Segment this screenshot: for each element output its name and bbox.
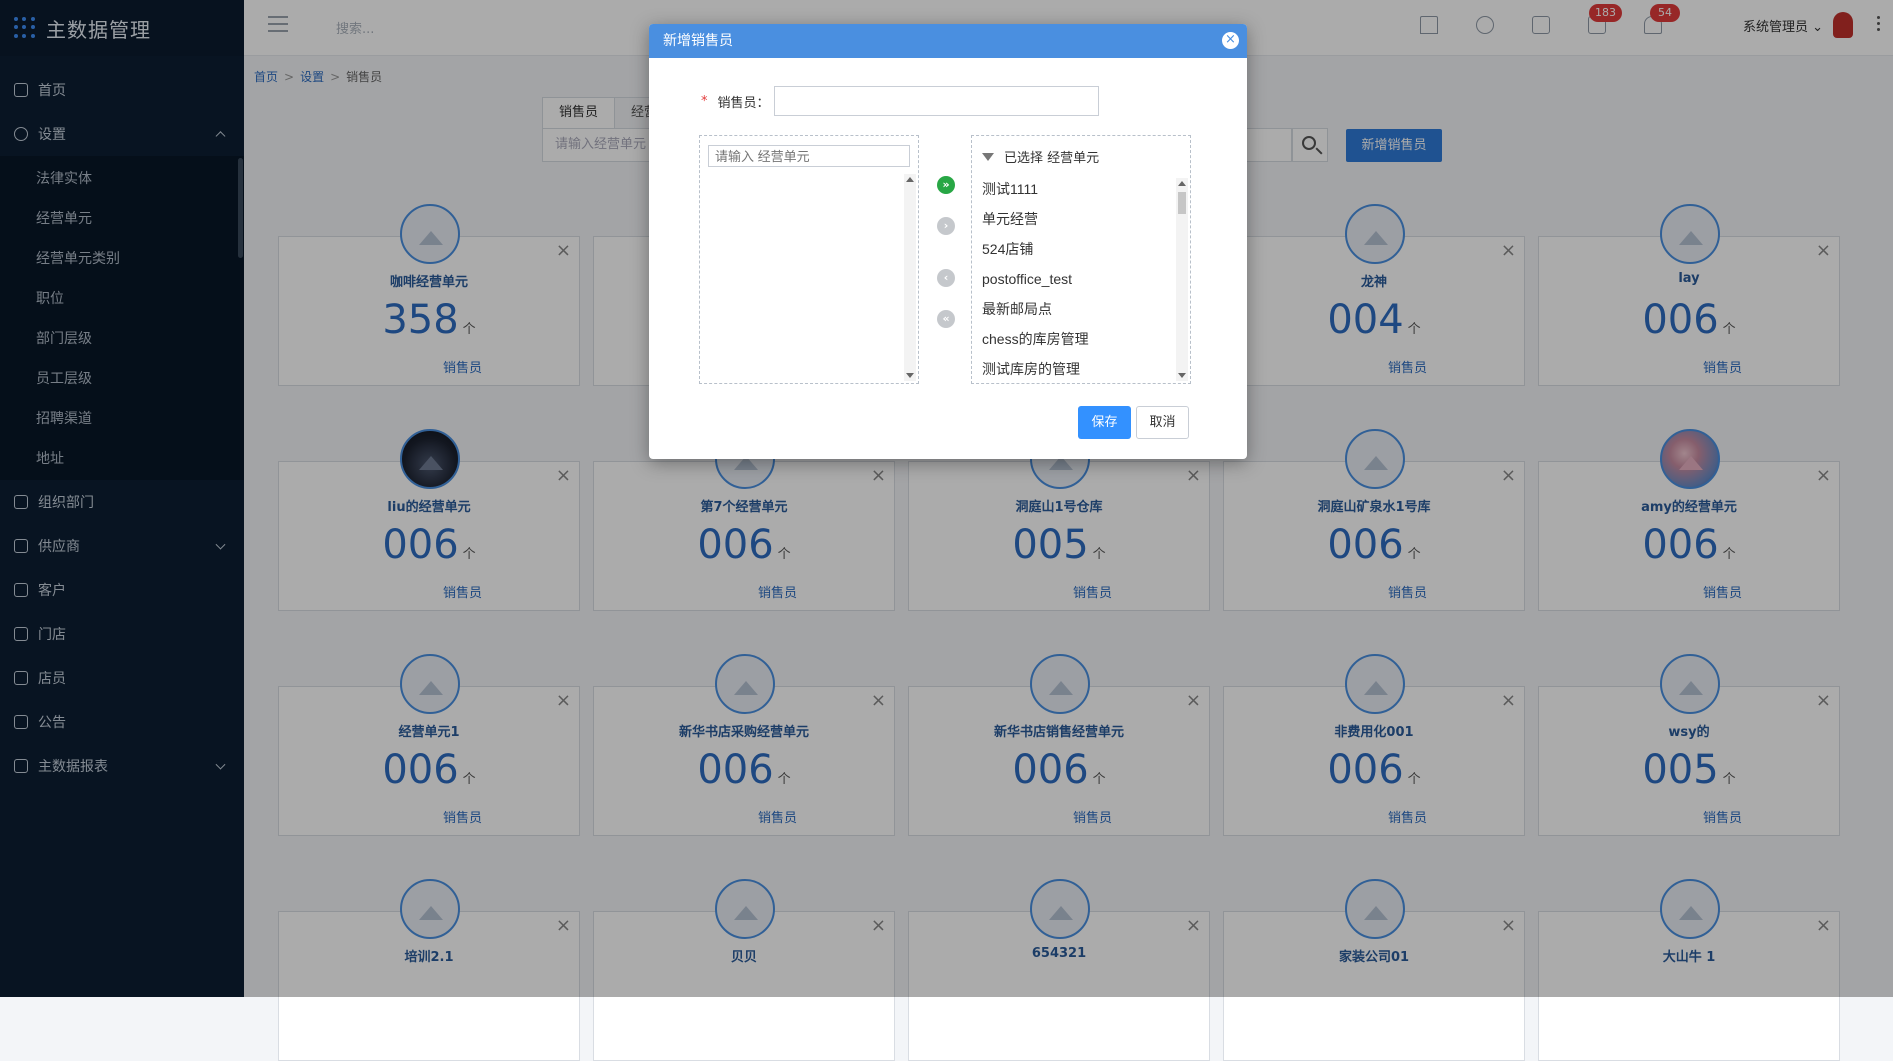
cancel-button[interactable]: 取消 bbox=[1136, 406, 1189, 439]
dialog-header: 新增销售员 × bbox=[649, 24, 1247, 58]
selected-units-panel: 已选择 经营单元 测试1111 单元经营 524店铺 postoffice_test 最… bbox=[971, 135, 1191, 384]
selected-unit-item[interactable]: 524店铺 bbox=[982, 234, 1089, 264]
selected-units-header[interactable]: 已选择 经营单元 bbox=[982, 147, 1099, 166]
move-all-left-icon[interactable]: « bbox=[937, 310, 955, 328]
dialog-title: 新增销售员 bbox=[663, 33, 733, 49]
salesperson-field-row: * 销售员： bbox=[701, 86, 1099, 116]
selected-units-list: 测试1111 单元经营 524店铺 postoffice_test 最新邮局点 chess… bbox=[982, 174, 1089, 384]
salesperson-input[interactable] bbox=[773, 86, 1099, 116]
unit-search-input[interactable] bbox=[708, 145, 910, 167]
move-right-icon[interactable]: › bbox=[937, 217, 955, 235]
salesperson-label: 销售员： bbox=[717, 95, 770, 111]
selected-unit-item[interactable]: 测试库房的管理 bbox=[982, 354, 1089, 384]
selected-unit-item[interactable]: 最新邮局点 bbox=[982, 294, 1089, 324]
required-mark: * bbox=[701, 93, 708, 109]
move-all-right-icon[interactable]: » bbox=[937, 176, 955, 194]
add-salesperson-dialog: 新增销售员 × * 销售员： » › ‹ « 已选择 经营单元 测试1111单元… bbox=[649, 24, 1247, 459]
caret-down-icon bbox=[982, 152, 994, 161]
save-button[interactable]: 保存 bbox=[1078, 406, 1131, 439]
available-units-panel bbox=[699, 135, 919, 384]
selected-unit-item[interactable]: 测试1111 bbox=[982, 174, 1089, 204]
selected-unit-item[interactable]: 单元经营 bbox=[982, 204, 1089, 234]
selected-units-title: 已选择 经营单元 bbox=[1004, 151, 1100, 166]
available-list-scrollbar[interactable] bbox=[904, 174, 916, 381]
selected-unit-item[interactable]: postoffice_test bbox=[982, 264, 1089, 294]
selected-unit-item[interactable]: chess的库房管理 bbox=[982, 324, 1089, 354]
move-left-icon[interactable]: ‹ bbox=[937, 269, 955, 287]
close-icon[interactable]: × bbox=[1222, 32, 1239, 49]
selected-list-scrollbar[interactable] bbox=[1176, 178, 1188, 381]
